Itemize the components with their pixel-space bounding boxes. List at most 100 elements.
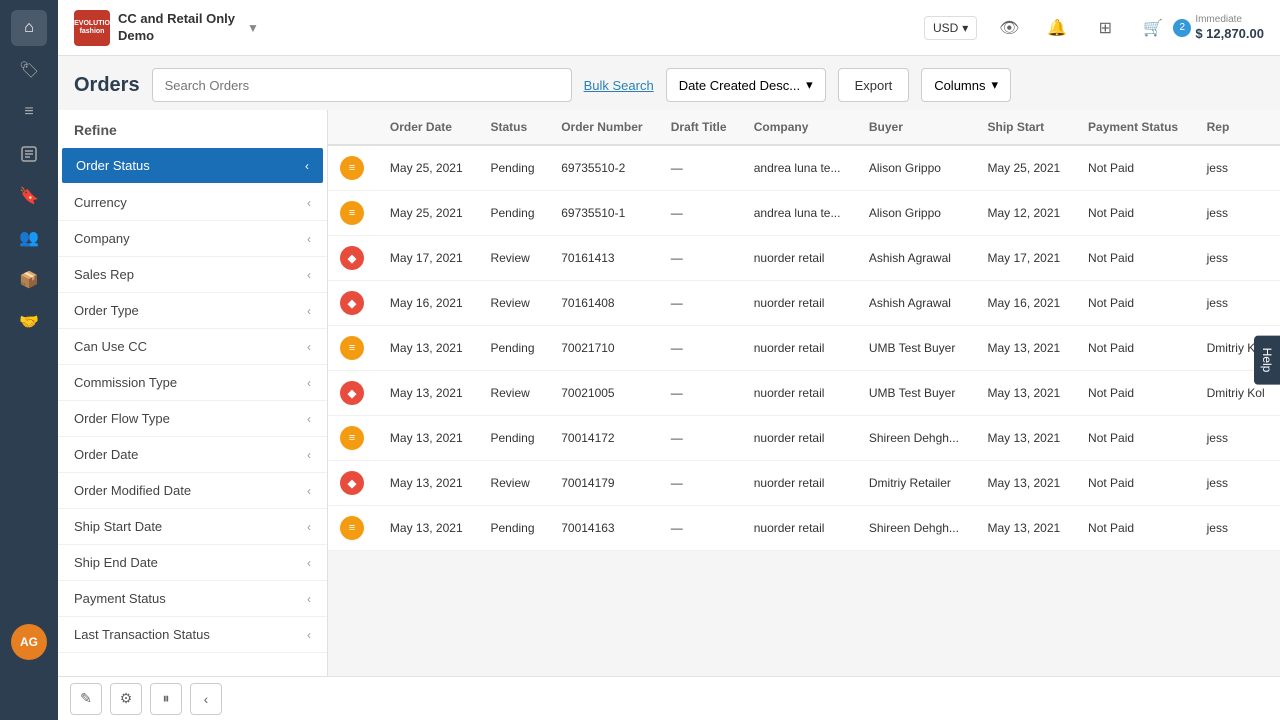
refine-item-sales-rep[interactable]: Sales Rep‹ [58,257,327,293]
columns-button[interactable]: Columns ▾ [921,68,1011,102]
order-date-cell: May 25, 2021 [378,191,479,236]
buyer-cell: Shireen Dehgh... [857,506,976,551]
refine-item-last-transaction-status[interactable]: Last Transaction Status‹ [58,617,327,653]
edit-button[interactable]: ✎ [70,683,102,715]
main-content: REVOLUTIONfashion CC and Retail Only Dem… [58,0,1280,720]
refine-item-order-date[interactable]: Order Date‹ [58,437,327,473]
columns-dropdown-icon: ▾ [991,77,998,93]
refine-item-order-status[interactable]: Order Status‹ [62,148,323,183]
table-row[interactable]: ≡May 13, 2021Pending70014163—nuorder ret… [328,506,1280,551]
table-row[interactable]: ≡May 13, 2021Pending70021710—nuorder ret… [328,326,1280,371]
chevron-icon: ‹ [307,232,311,246]
order-number-cell: 69735510-2 [549,145,659,191]
sidebar-item-bookmark[interactable]: 🔖 [11,178,47,214]
chevron-icon: ‹ [307,628,311,642]
table-row[interactable]: ◆May 17, 2021Review70161413—nuorder reta… [328,236,1280,281]
refine-item-order-type[interactable]: Order Type‹ [58,293,327,329]
draft-title-cell: — [659,416,742,461]
company-cell: andrea luna te... [742,191,857,236]
rep-cell: jess [1195,191,1280,236]
sidebar-item-orders[interactable] [11,136,47,172]
payment-status-cell: Not Paid [1076,326,1195,371]
col-ship-start: Ship Start [975,110,1076,145]
table-row[interactable]: ◆May 13, 2021Review70014179—nuorder reta… [328,461,1280,506]
status-cell: Pending [478,506,549,551]
sidebar-item-home[interactable]: ⌂ [11,10,47,46]
visibility-icon[interactable]: 👁 [993,12,1025,44]
sidebar-item-list[interactable]: ≡ [11,94,47,130]
ship-start-cell: May 13, 2021 [975,506,1076,551]
draft-title-cell: — [659,236,742,281]
refine-item-order-flow-type[interactable]: Order Flow Type‹ [58,401,327,437]
help-button[interactable]: Help [1254,336,1280,385]
col-order-number: Order Number [549,110,659,145]
buyer-cell: Alison Grippo [857,145,976,191]
table-row[interactable]: ◆May 16, 2021Review70161408—nuorder reta… [328,281,1280,326]
status-cell: Review [478,461,549,506]
order-date-cell: May 16, 2021 [378,281,479,326]
refine-item-can-use-cc[interactable]: Can Use CC‹ [58,329,327,365]
buyer-cell: UMB Test Buyer [857,371,976,416]
cart-badge: 2 [1173,19,1191,37]
order-type-icon: ≡ [340,516,364,540]
table-row[interactable]: ◆May 13, 2021Review70021005—nuorder reta… [328,371,1280,416]
rep-cell: jess [1195,145,1280,191]
avatar[interactable]: AG [11,624,47,660]
bell-icon[interactable]: 🔔 [1041,12,1073,44]
grid-icon[interactable]: ⊞ [1089,12,1121,44]
rep-cell: jess [1195,506,1280,551]
order-date-cell: May 17, 2021 [378,236,479,281]
refine-item-ship-start-date[interactable]: Ship Start Date‹ [58,509,327,545]
chevron-icon: ‹ [307,448,311,462]
buyer-cell: UMB Test Buyer [857,326,976,371]
draft-title-cell: — [659,191,742,236]
cart-label: Immediate [1195,14,1242,26]
status-cell: Pending [478,145,549,191]
sidebar-item-users[interactable]: 👥 [11,220,47,256]
table-row[interactable]: ≡May 25, 2021Pending69735510-1—andrea lu… [328,191,1280,236]
export-button[interactable]: Export [838,68,910,102]
order-date-cell: May 25, 2021 [378,145,479,191]
collapse-button[interactable]: ‹ [190,683,222,715]
col-company: Company [742,110,857,145]
brand-dropdown-icon[interactable]: ▼ [247,21,259,35]
status-cell: Review [478,281,549,326]
col-draft-title: Draft Title [659,110,742,145]
table-row[interactable]: ≡May 13, 2021Pending70014172—nuorder ret… [328,416,1280,461]
refine-item-currency[interactable]: Currency‹ [58,185,327,221]
company-cell: nuorder retail [742,281,857,326]
refine-item-ship-end-date[interactable]: Ship End Date‹ [58,545,327,581]
pause-button[interactable]: ⏸ [150,683,182,715]
sort-dropdown-icon: ▾ [806,77,813,93]
chevron-icon: ‹ [307,340,311,354]
brand-area[interactable]: REVOLUTIONfashion CC and Retail Only Dem… [74,10,259,46]
col-order-date: Order Date [378,110,479,145]
order-date-cell: May 13, 2021 [378,326,479,371]
sidebar-item-partners[interactable]: 🤝 [11,304,47,340]
search-input[interactable] [152,68,572,102]
order-number-cell: 69735510-1 [549,191,659,236]
chevron-icon: ‹ [307,376,311,390]
refine-item-commission-type[interactable]: Commission Type‹ [58,365,327,401]
order-type-icon: ◆ [340,381,364,405]
buyer-cell: Ashish Agrawal [857,281,976,326]
settings-button[interactable]: ⚙ [110,683,142,715]
cart-amount: $ 12,870.00 [1195,26,1264,42]
orders-table: Order DateStatusOrder NumberDraft TitleC… [328,110,1280,551]
sidebar-item-tags[interactable]: 🏷 [11,52,47,88]
refine-item-payment-status[interactable]: Payment Status‹ [58,581,327,617]
refine-item-order-modified-date[interactable]: Order Modified Date‹ [58,473,327,509]
table-row[interactable]: ≡May 25, 2021Pending69735510-2—andrea lu… [328,145,1280,191]
rep-cell: jess [1195,236,1280,281]
ship-start-cell: May 13, 2021 [975,326,1076,371]
payment-status-cell: Not Paid [1076,371,1195,416]
bulk-search-button[interactable]: Bulk Search [584,78,654,93]
chevron-icon: ‹ [307,196,311,210]
currency-selector[interactable]: USD ▾ [924,16,977,40]
refine-item-company[interactable]: Company‹ [58,221,327,257]
cart-area[interactable]: 🛒 2 Immediate $ 12,870.00 [1137,12,1264,44]
status-cell: Pending [478,191,549,236]
sidebar-item-products[interactable]: 📦 [11,262,47,298]
chevron-icon: ‹ [307,520,311,534]
sort-button[interactable]: Date Created Desc... ▾ [666,68,826,102]
